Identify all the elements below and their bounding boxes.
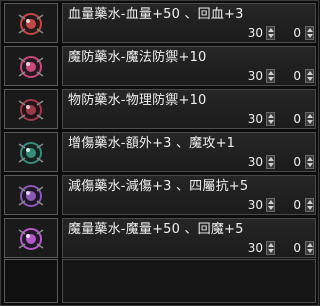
selected-count[interactable]: 0 [279, 111, 301, 127]
item-name: 魔量藥水-魔量+50 、回魔+5 [68, 222, 244, 237]
selected-count[interactable]: 0 [279, 154, 301, 170]
item-quantity: 30 [247, 26, 263, 40]
item-quantity: 30 [247, 198, 263, 212]
item-slot[interactable] [4, 218, 58, 258]
quantity-controls: 30 0 [233, 111, 315, 127]
item-slot[interactable] [4, 3, 58, 43]
item-quantity: 30 [247, 112, 263, 126]
violet-orb-potion-icon [18, 228, 44, 250]
item-info: 魔防藥水-魔法防禦+10 30 0 [62, 46, 316, 86]
item-name: 物防藥水-物理防禦+10 [68, 93, 207, 108]
potion-list-panel: 血量藥水-血量+50 、回血+3 30 0 魔防藥水-魔法防禦+10 30 0 [0, 0, 319, 306]
empty-item-info [62, 259, 316, 303]
item-name: 減傷藥水-減傷+3 、四屬抗+5 [68, 179, 249, 194]
item-quantity: 30 [247, 155, 263, 169]
teal-orb-potion-icon [18, 142, 44, 164]
item-row[interactable]: 魔量藥水-魔量+50 、回魔+5 30 0 [4, 218, 316, 258]
quantity-spinner[interactable] [266, 198, 275, 212]
item-name: 血量藥水-血量+50 、回血+3 [68, 7, 244, 22]
quantity-spinner[interactable] [266, 241, 275, 255]
item-slot[interactable] [4, 89, 58, 129]
selected-count[interactable]: 0 [279, 68, 301, 84]
count-spinner[interactable] [305, 155, 314, 169]
selected-count[interactable]: 0 [279, 25, 301, 41]
pink-orb-potion-icon [18, 56, 44, 78]
item-row[interactable]: 物防藥水-物理防禦+10 30 0 [4, 89, 316, 129]
selected-count[interactable]: 0 [279, 197, 301, 213]
item-row[interactable]: 增傷藥水-額外+3 、魔攻+1 30 0 [4, 132, 316, 172]
item-row[interactable]: 減傷藥水-減傷+3 、四屬抗+5 30 0 [4, 175, 316, 215]
item-name: 增傷藥水-額外+3 、魔攻+1 [68, 136, 236, 151]
empty-item-slot[interactable] [4, 259, 58, 303]
quantity-controls: 30 0 [233, 154, 315, 170]
item-info: 增傷藥水-額外+3 、魔攻+1 30 0 [62, 132, 316, 172]
item-info: 血量藥水-血量+50 、回血+3 30 0 [62, 3, 316, 43]
item-quantity: 30 [247, 241, 263, 255]
item-quantity: 30 [247, 69, 263, 83]
item-slot[interactable] [4, 132, 58, 172]
item-info: 魔量藥水-魔量+50 、回魔+5 30 0 [62, 218, 316, 258]
quantity-spinner[interactable] [266, 155, 275, 169]
empty-item-row [4, 259, 316, 303]
count-spinner[interactable] [305, 198, 314, 212]
quantity-controls: 30 0 [233, 240, 315, 256]
quantity-controls: 30 0 [233, 25, 315, 41]
count-spinner[interactable] [305, 112, 314, 126]
quantity-spinner[interactable] [266, 112, 275, 126]
quantity-spinner[interactable] [266, 26, 275, 40]
red-orb-potion-icon [18, 13, 44, 35]
item-slot[interactable] [4, 46, 58, 86]
purple-orb-potion-icon [18, 185, 44, 207]
item-info: 減傷藥水-減傷+3 、四屬抗+5 30 0 [62, 175, 316, 215]
item-row[interactable]: 魔防藥水-魔法防禦+10 30 0 [4, 46, 316, 86]
quantity-spinner[interactable] [266, 69, 275, 83]
item-slot[interactable] [4, 175, 58, 215]
item-name: 魔防藥水-魔法防禦+10 [68, 50, 207, 65]
quantity-controls: 30 0 [233, 197, 315, 213]
count-spinner[interactable] [305, 241, 314, 255]
count-spinner[interactable] [305, 26, 314, 40]
maroon-orb-potion-icon [18, 99, 44, 121]
selected-count[interactable]: 0 [279, 240, 301, 256]
quantity-controls: 30 0 [233, 68, 315, 84]
item-info: 物防藥水-物理防禦+10 30 0 [62, 89, 316, 129]
item-row[interactable]: 血量藥水-血量+50 、回血+3 30 0 [4, 3, 316, 43]
count-spinner[interactable] [305, 69, 314, 83]
